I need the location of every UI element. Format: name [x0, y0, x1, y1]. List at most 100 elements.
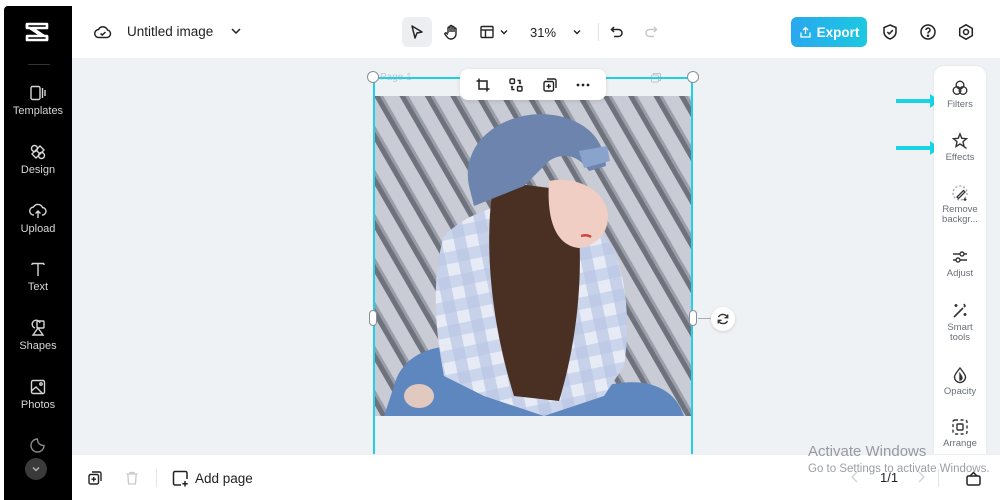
document-title[interactable]: Untitled image [127, 24, 213, 39]
sidebar-item-shapes[interactable]: Shapes [4, 319, 72, 371]
selection-floating-toolbar [460, 69, 606, 100]
layout-dropdown-button[interactable] [474, 17, 514, 47]
panel-item-label: Effects [945, 152, 975, 163]
panel-item-arrange[interactable]: Arrange [934, 418, 986, 449]
duplicate-page-button[interactable] [86, 469, 104, 487]
duplicate-page-icon [88, 471, 102, 485]
help-button[interactable] [917, 21, 939, 43]
more-horizontal-icon [576, 83, 590, 86]
bottom-divider [156, 469, 157, 487]
shield-check-icon [883, 24, 897, 40]
shapes-icon [31, 319, 45, 336]
duplicate-icon [543, 77, 557, 92]
previous-page-button[interactable] [848, 469, 862, 485]
rotate-icon [717, 313, 729, 325]
shield-button[interactable] [879, 21, 901, 43]
panel-item-remove-background[interactable]: Remove backgr... [934, 184, 986, 225]
panel-item-filters[interactable]: Filters [934, 79, 986, 110]
panel-item-label: Adjust [946, 268, 974, 279]
chevron-down-icon [573, 30, 581, 35]
undo-icon [610, 26, 623, 38]
panel-item-label: Remove backgr... [942, 204, 978, 225]
export-button[interactable]: Export [791, 17, 867, 47]
settings-button[interactable] [955, 21, 977, 43]
stickers-icon [30, 438, 45, 453]
replace-icon [509, 77, 523, 92]
panel-item-label: Smart tools [947, 322, 973, 343]
filters-icon [952, 80, 968, 95]
next-page-button[interactable] [914, 469, 928, 485]
panel-item-smart-tools[interactable]: Smart tools [934, 302, 986, 343]
sidebar-item-design[interactable]: Design [4, 143, 72, 195]
canvas-area[interactable]: Page 1 [72, 58, 1000, 454]
panel-item-label: Arrange [943, 438, 977, 449]
capcut-editor: Templates Design Upload Text Shapes Phot… [0, 0, 1000, 500]
resize-handle-top-left[interactable] [367, 71, 379, 83]
delete-page-button[interactable] [123, 469, 141, 487]
rotate-connector [698, 318, 712, 319]
bottom-bar: Add page 1/1 [72, 454, 1000, 500]
annotation-arrow-filters [896, 94, 940, 108]
right-tools-panel: Filters Effects Remove backgr... Adjust … [934, 66, 986, 454]
capcut-logo[interactable] [4, 6, 72, 58]
upload-icon [29, 203, 47, 218]
resize-handle-top-right[interactable] [687, 71, 699, 83]
crop-button[interactable] [472, 74, 494, 96]
effects-icon [951, 132, 969, 150]
sidebar-item-templates[interactable]: Templates [4, 84, 72, 136]
sidebar-more-button[interactable] [25, 458, 47, 480]
layout-icon [479, 25, 494, 39]
left-sidebar: Templates Design Upload Text Shapes Phot… [4, 6, 82, 500]
adjust-icon [953, 251, 967, 263]
crop-icon [476, 78, 490, 91]
sidebar-item-text[interactable]: Text [4, 260, 72, 312]
duplicate-button[interactable] [539, 74, 561, 96]
panel-item-opacity[interactable]: Opacity [934, 366, 986, 397]
export-icon [799, 26, 811, 38]
select-tool-button[interactable] [402, 17, 432, 47]
capcut-logo-icon [25, 22, 49, 42]
more-options-button[interactable] [572, 74, 594, 96]
add-page-label: Add page [195, 470, 253, 486]
sidebar-item-label: Templates [12, 105, 64, 117]
design-icon [30, 144, 46, 160]
zoom-dropdown-button[interactable] [566, 17, 588, 47]
sidebar-item-upload[interactable]: Upload [4, 202, 72, 254]
text-icon [31, 262, 45, 276]
panel-item-effects[interactable]: Effects [934, 132, 986, 163]
rotate-button[interactable] [711, 307, 735, 331]
photos-icon [30, 379, 46, 395]
resize-handle-left[interactable] [369, 310, 377, 326]
sidebar-item-label: Design [20, 164, 56, 176]
pages-panel-icon [965, 470, 981, 486]
sidebar-item-label: Text [27, 281, 49, 293]
templates-icon [30, 85, 46, 101]
zoom-level[interactable]: 31% [530, 25, 556, 40]
top-toolbar: Untitled image 31% Export [72, 6, 1000, 58]
trash-icon [126, 471, 138, 485]
page-manager-button[interactable] [964, 469, 982, 487]
resize-handle-right[interactable] [689, 310, 697, 326]
sidebar-item-label: Photos [20, 399, 56, 411]
cursor-arrow-icon [411, 25, 423, 39]
add-page-button[interactable]: Add page [172, 467, 253, 489]
replace-button[interactable] [505, 74, 527, 96]
cloud-sync-icon[interactable] [93, 22, 113, 42]
page-indicator: 1/1 [880, 470, 899, 485]
arrange-icon [952, 419, 968, 435]
logo-divider [28, 64, 50, 65]
smart-tools-icon [953, 303, 967, 318]
opacity-icon [953, 366, 967, 384]
panel-item-adjust[interactable]: Adjust [934, 248, 986, 279]
remove-background-icon [952, 185, 968, 201]
undo-button[interactable] [605, 17, 629, 47]
redo-button[interactable] [639, 17, 663, 47]
chevron-down-icon[interactable] [229, 24, 243, 38]
hand-tool-button[interactable] [437, 17, 465, 47]
sidebar-item-photos[interactable]: Photos [4, 378, 72, 430]
panel-item-label: Opacity [943, 386, 977, 397]
chevron-down-icon [32, 467, 40, 472]
gear-icon [958, 23, 974, 41]
toolbar-divider [598, 23, 599, 41]
help-icon [920, 24, 936, 40]
